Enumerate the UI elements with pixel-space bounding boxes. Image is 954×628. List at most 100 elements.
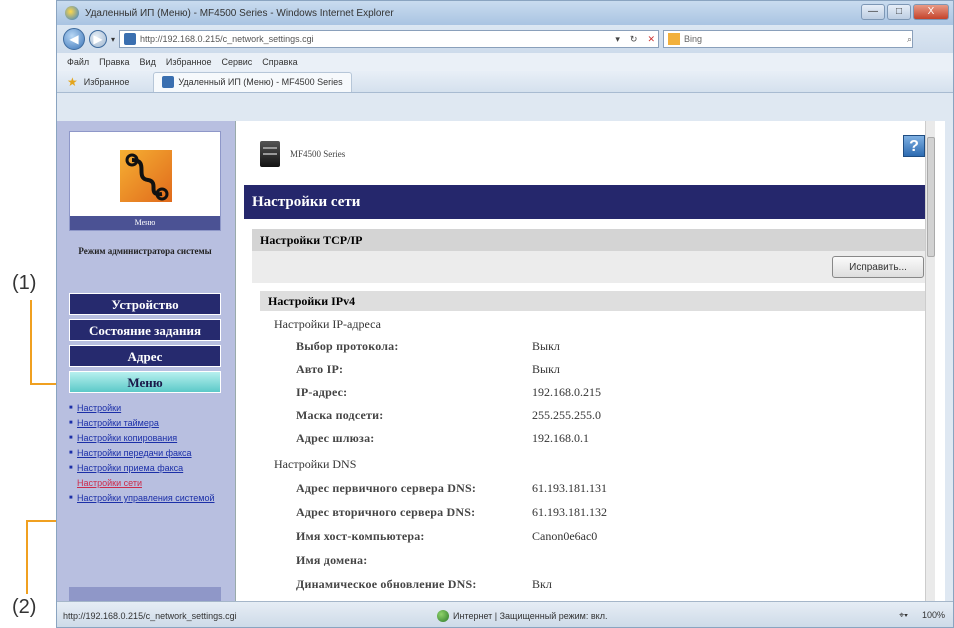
tab-page-icon (162, 76, 175, 88)
printer-icon (260, 141, 280, 167)
setting-label: Имя хост-компьютера: (296, 528, 425, 543)
link-timer-settings[interactable]: Настройки таймера (69, 418, 229, 429)
help-button[interactable]: ? (903, 135, 925, 157)
address-dropdown-icon[interactable]: ▾ (612, 34, 623, 45)
protected-mode-icon[interactable]: ⌖▾ (899, 610, 908, 621)
page-icon (124, 33, 137, 45)
callout-label-1: (1) (12, 272, 37, 294)
nav-button-address[interactable]: Адрес (69, 345, 221, 367)
favorites-label[interactable]: Избранное (84, 77, 130, 87)
setting-label: Имя домена: (296, 552, 368, 567)
maximize-button[interactable]: □ (887, 4, 911, 20)
history-dropdown-icon[interactable]: ▾ (111, 35, 115, 44)
setting-label: Адрес первичного сервера DNS: (296, 480, 477, 495)
edit-row: Исправить... (252, 251, 934, 283)
vertical-scrollbar[interactable] (925, 121, 935, 601)
setting-value: 192.168.0.215 (532, 384, 601, 399)
setting-row: Адрес первичного сервера DNS: 61.193.181… (296, 477, 856, 499)
address-bar[interactable]: http://192.168.0.215/c_network_settings.… (119, 30, 660, 48)
nav-button-job-status[interactable]: Состояние задания (69, 319, 221, 341)
dns-group-title: Настройки DNS (274, 457, 357, 471)
setting-row: Авто IP: Выкл (296, 358, 856, 380)
status-right: ⌖▾ 100% (825, 610, 953, 621)
setting-label: Динамическое обновление DNS: (296, 576, 477, 591)
nav-button-menu[interactable]: Меню (69, 371, 221, 393)
setting-label: Маска подсети: (296, 407, 384, 422)
setting-row: IP-адрес: 192.168.0.215 (296, 381, 856, 403)
page-content: Меню Режим администратора системы Устрой… (57, 121, 945, 601)
page-title: Настройки сети (244, 185, 934, 219)
menu-bar: Файл Правка Вид Избранное Сервис Справка (57, 53, 953, 71)
link-fax-send-settings[interactable]: Настройки передачи факса (69, 448, 229, 459)
setting-row: Адрес шлюза: 192.168.0.1 (296, 427, 856, 449)
security-zone[interactable]: Интернет | Защищенный режим: вкл. (437, 609, 825, 622)
setting-value: 255.255.255.0 (532, 407, 601, 422)
menu-logo: Меню (69, 131, 221, 231)
setting-label: Адрес шлюза: (296, 430, 375, 445)
link-settings[interactable]: Настройки (69, 403, 229, 414)
callout-label-2: (2) (12, 596, 37, 618)
status-bar: http://192.168.0.215/c_network_settings.… (57, 601, 953, 627)
search-icon[interactable]: ⌕ (907, 34, 912, 45)
setting-value: Выкл (532, 361, 560, 376)
setting-value: Вкл (532, 576, 552, 591)
menu-links: Настройки Настройки таймера Настройки ко… (69, 403, 229, 508)
favorites-bar: ★ Избранное Удаленный ИП (Меню) - MF4500… (57, 71, 953, 93)
ie-icon (65, 6, 79, 20)
search-placeholder[interactable]: Bing (684, 34, 702, 44)
ip-address-group-title: Настройки IP-адреса (274, 317, 381, 331)
forward-button[interactable]: ▶ (89, 30, 107, 48)
address-text[interactable]: http://192.168.0.215/c_network_settings.… (140, 34, 314, 44)
menu-tools[interactable]: Сервис (221, 57, 252, 67)
menu-favorites[interactable]: Избранное (166, 57, 212, 67)
security-zone-text: Интернет | Защищенный режим: вкл. (453, 610, 608, 621)
browser-window: Удаленный ИП (Меню) - MF4500 Series - Wi… (56, 0, 954, 628)
setting-label: Выбор протокола: (296, 338, 399, 353)
section-title-tcpip: Настройки TCP/IP (252, 229, 934, 251)
tab-title[interactable]: Удаленный ИП (Меню) - MF4500 Series (178, 77, 342, 87)
setting-row: Имя хост-компьютера: Canon0e6ac0 (296, 525, 856, 547)
menu-help[interactable]: Справка (262, 57, 297, 67)
setting-value: Выкл (532, 338, 560, 353)
setting-row: Динамическое обновление DNS: Вкл (296, 573, 856, 595)
link-system-management-settings[interactable]: Настройки управления системой (69, 493, 229, 504)
link-copy-settings[interactable]: Настройки копирования (69, 433, 229, 444)
left-navigation: Меню Режим администратора системы Устрой… (57, 121, 235, 601)
link-network-settings[interactable]: Настройки сети (69, 478, 229, 489)
model-name: MF4500 Series (290, 149, 346, 159)
setting-row: Выбор протокола: Выкл (296, 335, 856, 357)
edit-button[interactable]: Исправить... (832, 256, 924, 278)
ipv4-section-title: Настройки IPv4 (260, 291, 934, 311)
address-row: ◀ ▶ ▾ http://192.168.0.215/c_network_set… (57, 25, 953, 53)
window-title: Удаленный ИП (Меню) - MF4500 Series - Wi… (85, 7, 394, 19)
callout-line-2-vertical (26, 520, 28, 594)
callout-line-1-vertical (30, 300, 32, 384)
menu-view[interactable]: Вид (140, 57, 156, 67)
zoom-level[interactable]: 100% (922, 610, 945, 621)
status-url: http://192.168.0.215/c_network_settings.… (63, 610, 237, 621)
setting-value: 61.193.181.131 (532, 480, 607, 495)
window-titlebar: Удаленный ИП (Меню) - MF4500 Series - Wi… (57, 1, 953, 25)
setting-row: Имя домена: (296, 549, 856, 571)
refresh-icon[interactable]: ↻ (627, 34, 641, 45)
scrollbar-thumb[interactable] (927, 137, 935, 257)
stop-icon[interactable]: ✕ (644, 34, 658, 45)
close-button[interactable]: X (913, 4, 949, 20)
setting-value: Canon0e6ac0 (532, 528, 598, 543)
globe-icon (437, 609, 449, 622)
search-box[interactable]: Bing ⌕ (663, 30, 914, 48)
logo-icon (120, 150, 172, 202)
setting-label: IP-адрес: (296, 384, 348, 399)
setting-value: 192.168.0.1 (532, 430, 589, 445)
setting-label: Адрес вторичного сервера DNS: (296, 504, 476, 519)
back-button[interactable]: ◀ (63, 28, 85, 50)
menu-edit[interactable]: Правка (99, 57, 129, 67)
favorites-star-icon[interactable]: ★ (67, 75, 78, 89)
left-nav-footer (69, 587, 221, 601)
setting-label: Авто IP: (296, 361, 344, 376)
menu-file[interactable]: Файл (67, 57, 89, 67)
nav-button-device[interactable]: Устройство (69, 293, 221, 315)
link-fax-receive-settings[interactable]: Настройки приема факса (69, 463, 229, 474)
minimize-button[interactable]: — (861, 4, 885, 20)
browser-tab[interactable]: Удаленный ИП (Меню) - MF4500 Series (153, 71, 352, 92)
